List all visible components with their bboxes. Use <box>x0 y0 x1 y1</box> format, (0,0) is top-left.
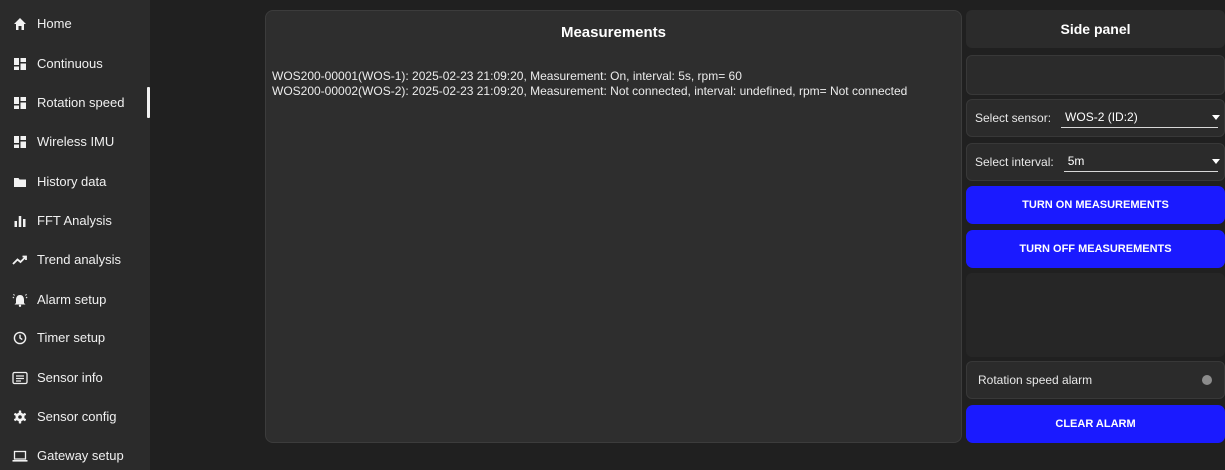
sensor-select-value: WOS-2 (ID:2) <box>1065 110 1138 124</box>
alarm-bell-icon <box>12 292 28 308</box>
side-panel-title: Side panel <box>966 10 1225 48</box>
interval-select-value: 5m <box>1067 154 1085 168</box>
sidebar-item-label: History data <box>37 174 107 189</box>
caret-down-icon <box>1212 159 1220 164</box>
measurements-log: WOS200-00001(WOS-1): 2025-02-23 21:09:20… <box>272 69 932 99</box>
turn-on-measurements-button[interactable]: TURN ON MEASUREMENTS <box>966 186 1225 224</box>
sidebar-item-sensor-info[interactable]: Sensor info <box>0 358 150 397</box>
grid-icon <box>12 95 28 111</box>
measurement-line: WOS200-00001(WOS-1): 2025-02-23 21:09:20… <box>272 69 742 83</box>
sidebar-item-continuous[interactable]: Continuous <box>0 44 150 83</box>
grid-icon <box>12 56 28 72</box>
sensor-select[interactable]: WOS-2 (ID:2) <box>1061 108 1220 128</box>
sidebar-item-label: Gateway setup <box>37 448 124 463</box>
sidebar-item-label: FFT Analysis <box>37 213 112 228</box>
sidebar-item-timer-setup[interactable]: Timer setup <box>0 318 150 357</box>
laptop-icon <box>12 448 28 464</box>
sensor-select-row: Select sensor: WOS-2 (ID:2) <box>966 99 1225 137</box>
trend-icon <box>12 252 28 268</box>
sidebar-item-label: Sensor info <box>37 370 103 385</box>
sensor-select-label: Select sensor: <box>975 111 1052 125</box>
folder-icon <box>12 174 28 190</box>
sidebar-item-rotation-speed[interactable]: Rotation speed <box>0 83 150 122</box>
sidebar-item-label: Timer setup <box>37 330 106 345</box>
sidebar-item-label: Sensor config <box>37 409 117 424</box>
measurements-title: Measurements <box>560 24 667 41</box>
sidebar-item-home[interactable]: Home <box>0 4 150 43</box>
rotation-speed-alarm-row: Rotation speed alarm <box>966 361 1225 399</box>
sidebar-item-label: Rotation speed <box>37 95 125 110</box>
bar-chart-icon <box>12 213 28 229</box>
sidebar-item-sensor-config[interactable]: Sensor config <box>0 397 150 436</box>
sidebar-item-wireless-imu[interactable]: Wireless IMU <box>0 122 150 161</box>
alarm-label: Rotation speed alarm <box>978 373 1093 387</box>
interval-select[interactable]: 5m <box>1063 152 1220 172</box>
sidebar-item-history-data[interactable]: History data <box>0 162 150 201</box>
sidebar-item-label: Trend analysis <box>37 252 122 267</box>
interval-select-row: Select interval: 5m <box>966 143 1225 181</box>
sidebar: Home Continuous Rotation speed Wireless … <box>0 0 150 470</box>
clear-alarm-button[interactable]: CLEAR ALARM <box>966 405 1225 443</box>
home-icon <box>12 16 28 32</box>
sidebar-item-label: Continuous <box>37 56 103 71</box>
side-panel-empty-box <box>966 55 1225 95</box>
sidebar-item-fft-analysis[interactable]: FFT Analysis <box>0 201 150 240</box>
measurements-panel: Measurements WOS200-00001(WOS-1): 2025-0… <box>265 10 962 443</box>
side-panel: Side panel Select sensor: WOS-2 (ID:2) S… <box>966 10 1225 470</box>
grid-icon <box>12 134 28 150</box>
interval-select-label: Select interval: <box>975 155 1054 169</box>
caret-down-icon <box>1212 115 1220 120</box>
alarm-status-indicator <box>1202 375 1212 385</box>
sidebar-item-label: Alarm setup <box>37 292 107 307</box>
sidebar-item-label: Wireless IMU <box>37 134 115 149</box>
sidebar-item-label: Home <box>37 16 72 31</box>
clock-icon <box>12 330 28 346</box>
sidebar-item-gateway-setup[interactable]: Gateway setup <box>0 436 150 470</box>
side-panel-spacer <box>966 273 1225 357</box>
turn-off-measurements-button[interactable]: TURN OFF MEASUREMENTS <box>966 230 1225 268</box>
info-card-icon <box>12 370 28 386</box>
measurement-line: WOS200-00002(WOS-2): 2025-02-23 21:09:20… <box>272 84 908 98</box>
gear-icon <box>12 409 28 425</box>
sidebar-item-alarm-setup[interactable]: Alarm setup <box>0 280 150 319</box>
sidebar-item-trend-analysis[interactable]: Trend analysis <box>0 240 150 279</box>
